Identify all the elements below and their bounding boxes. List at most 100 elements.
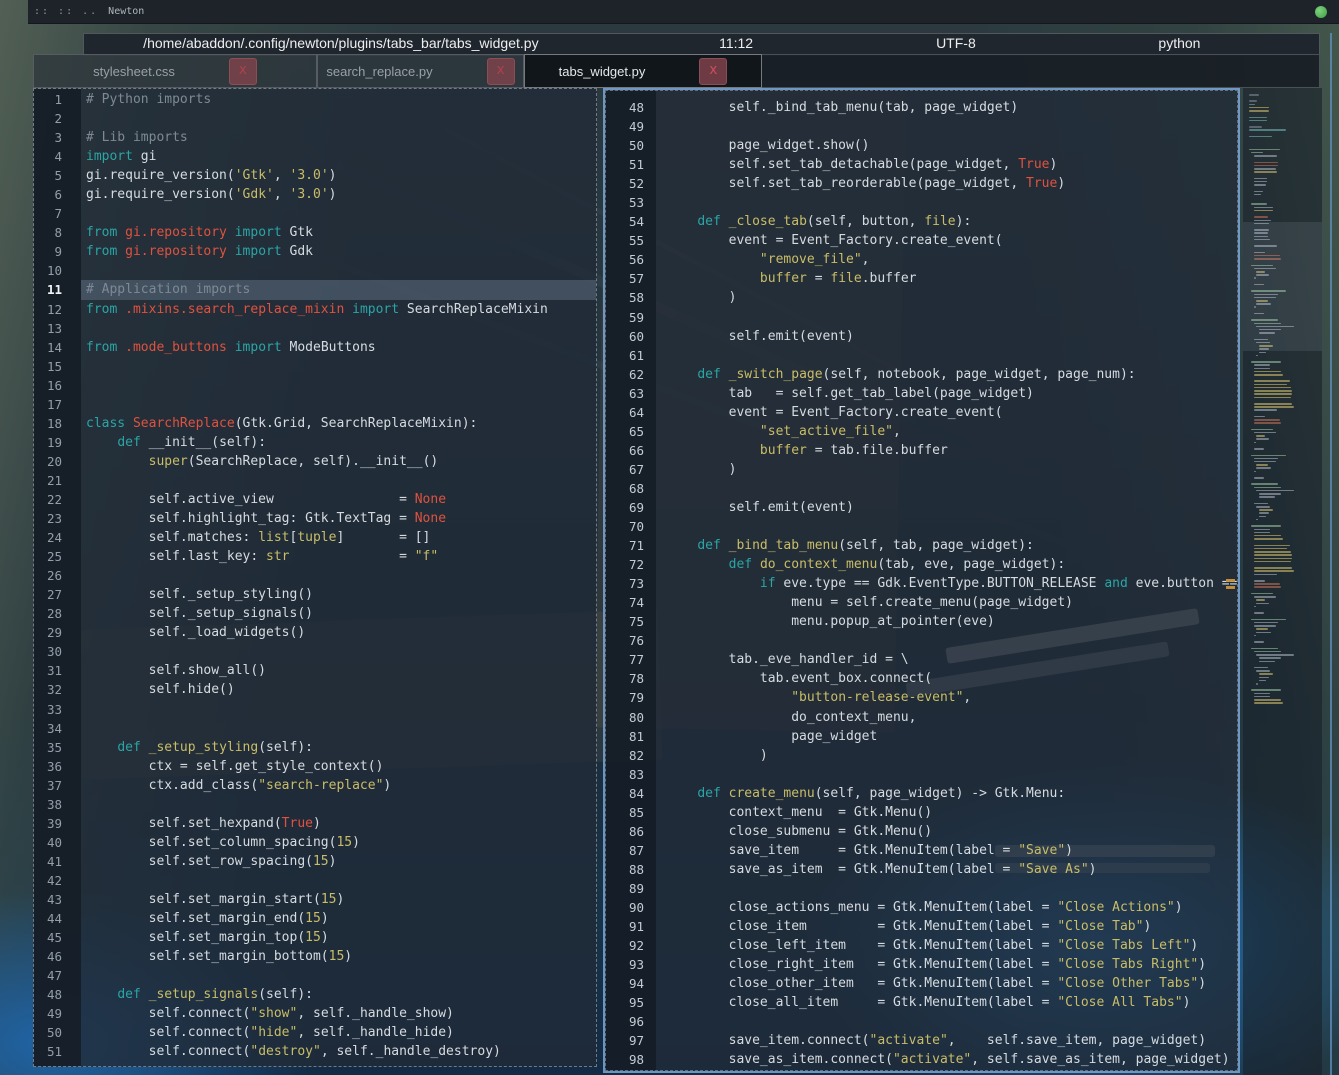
left-line-25[interactable]: 25 self.last_key: str = "f" xyxy=(34,547,596,566)
left-line-18[interactable]: 18class SearchReplace(Gtk.Grid, SearchRe… xyxy=(34,414,596,433)
right-line-70[interactable]: 70 xyxy=(606,517,1237,536)
right-line-59[interactable]: 59 xyxy=(606,308,1237,327)
tab-close-icon[interactable]: x xyxy=(229,58,257,85)
right-line-66[interactable]: 66 buffer = tab.file.buffer xyxy=(606,441,1237,460)
editor-pane-right[interactable]: 48 self._bind_tab_menu(tab, page_widget)… xyxy=(605,90,1238,1071)
right-line-56[interactable]: 56 "remove_file", xyxy=(606,250,1237,269)
tab-search_replace.py[interactable]: search_replace.pyx xyxy=(317,54,524,88)
left-line-45[interactable]: 45 self.set_margin_top(15) xyxy=(34,928,596,947)
right-line-55[interactable]: 55 event = Event_Factory.create_event( xyxy=(606,231,1237,250)
left-line-50[interactable]: 50 self.connect("hide", self._handle_hid… xyxy=(34,1023,596,1042)
right-line-87[interactable]: 87 save_item = Gtk.MenuItem(label = "Sav… xyxy=(606,841,1237,860)
left-line-51[interactable]: 51 self.connect("destroy", self._handle_… xyxy=(34,1042,596,1061)
left-line-22[interactable]: 22 self.active_view = None xyxy=(34,490,596,509)
right-line-72[interactable]: 72 def do_context_menu(tab, eve, page_wi… xyxy=(606,555,1237,574)
right-line-82[interactable]: 82 ) xyxy=(606,746,1237,765)
right-line-88[interactable]: 88 save_as_item = Gtk.MenuItem(label = "… xyxy=(606,860,1237,879)
right-line-95[interactable]: 95 close_all_item = Gtk.MenuItem(label =… xyxy=(606,993,1237,1012)
right-line-79[interactable]: 79 "button-release-event", xyxy=(606,688,1237,707)
tab-stylesheet.css[interactable]: stylesheet.cssx xyxy=(33,54,317,88)
right-line-54[interactable]: 54 def _close_tab(self, button, file): xyxy=(606,212,1237,231)
right-line-71[interactable]: 71 def _bind_tab_menu(self, tab, page_wi… xyxy=(606,536,1237,555)
left-line-43[interactable]: 43 self.set_margin_start(15) xyxy=(34,890,596,909)
left-line-7[interactable]: 7 xyxy=(34,204,596,223)
left-line-35[interactable]: 35 def _setup_styling(self): xyxy=(34,738,596,757)
left-line-52[interactable]: 52 xyxy=(34,1061,596,1067)
right-line-84[interactable]: 84 def create_menu(self, page_widget) ->… xyxy=(606,784,1237,803)
right-line-97[interactable]: 97 save_item.connect("activate", self.sa… xyxy=(606,1031,1237,1050)
right-line-65[interactable]: 65 "set_active_file", xyxy=(606,422,1237,441)
tab-close-icon[interactable]: x xyxy=(699,58,727,85)
left-line-1[interactable]: 1# Python imports xyxy=(34,90,596,109)
left-line-16[interactable]: 16 xyxy=(34,376,596,395)
right-line-94[interactable]: 94 close_other_item = Gtk.MenuItem(label… xyxy=(606,974,1237,993)
right-line-89[interactable]: 89 xyxy=(606,879,1237,898)
right-line-77[interactable]: 77 tab._eve_handler_id = \ xyxy=(606,650,1237,669)
left-line-42[interactable]: 42 xyxy=(34,871,596,890)
left-line-9[interactable]: 9from gi.repository import Gdk xyxy=(34,242,596,261)
left-line-38[interactable]: 38 xyxy=(34,795,596,814)
left-line-12[interactable]: 12from .mixins.search_replace_mixin impo… xyxy=(34,300,596,319)
tab-tabs_widget.py[interactable]: tabs_widget.pyx xyxy=(524,54,762,88)
right-line-63[interactable]: 63 tab = self.get_tab_label(page_widget) xyxy=(606,384,1237,403)
left-line-21[interactable]: 21 xyxy=(34,471,596,490)
left-line-3[interactable]: 3# Lib imports xyxy=(34,128,596,147)
left-line-40[interactable]: 40 self.set_column_spacing(15) xyxy=(34,833,596,852)
left-line-44[interactable]: 44 self.set_margin_end(15) xyxy=(34,909,596,928)
right-line-93[interactable]: 93 close_right_item = Gtk.MenuItem(label… xyxy=(606,955,1237,974)
left-line-28[interactable]: 28 self._setup_signals() xyxy=(34,604,596,623)
right-line-75[interactable]: 75 menu.popup_at_pointer(eve) xyxy=(606,612,1237,631)
right-line-48[interactable]: 48 self._bind_tab_menu(tab, page_widget) xyxy=(606,98,1237,117)
right-line-74[interactable]: 74 menu = self.create_menu(page_widget) xyxy=(606,593,1237,612)
right-line-69[interactable]: 69 self.emit(event) xyxy=(606,498,1237,517)
right-line-50[interactable]: 50 page_widget.show() xyxy=(606,136,1237,155)
left-line-49[interactable]: 49 self.connect("show", self._handle_sho… xyxy=(34,1004,596,1023)
right-line-67[interactable]: 67 ) xyxy=(606,460,1237,479)
right-line-60[interactable]: 60 self.emit(event) xyxy=(606,327,1237,346)
right-line-73[interactable]: 73 if eve.type == Gdk.EventType.BUTTON_R… xyxy=(606,574,1237,593)
left-line-37[interactable]: 37 ctx.add_class("search-replace") xyxy=(34,776,596,795)
tab-close-icon[interactable]: x xyxy=(487,58,515,85)
left-line-20[interactable]: 20 super(SearchReplace, self).__init__() xyxy=(34,452,596,471)
right-line-62[interactable]: 62 def _switch_page(self, notebook, page… xyxy=(606,365,1237,384)
right-line-57[interactable]: 57 buffer = file.buffer xyxy=(606,269,1237,288)
left-line-8[interactable]: 8from gi.repository import Gtk xyxy=(34,223,596,242)
right-line-52[interactable]: 52 self.set_tab_reorderable(page_widget,… xyxy=(606,174,1237,193)
left-line-2[interactable]: 2 xyxy=(34,109,596,128)
right-line-49[interactable]: 49 xyxy=(606,117,1237,136)
right-line-53[interactable]: 53 xyxy=(606,193,1237,212)
left-line-26[interactable]: 26 xyxy=(34,566,596,585)
left-line-34[interactable]: 34 xyxy=(34,719,596,738)
left-line-27[interactable]: 27 self._setup_styling() xyxy=(34,585,596,604)
left-line-5[interactable]: 5gi.require_version('Gtk', '3.0') xyxy=(34,166,596,185)
right-line-86[interactable]: 86 close_submenu = Gtk.Menu() xyxy=(606,822,1237,841)
left-line-4[interactable]: 4import gi xyxy=(34,147,596,166)
left-line-30[interactable]: 30 xyxy=(34,642,596,661)
left-line-41[interactable]: 41 self.set_row_spacing(15) xyxy=(34,852,596,871)
right-line-96[interactable]: 96 xyxy=(606,1012,1237,1031)
right-line-61[interactable]: 61 xyxy=(606,346,1237,365)
left-line-14[interactable]: 14from .mode_buttons import ModeButtons xyxy=(34,338,596,357)
right-line-83[interactable]: 83 xyxy=(606,765,1237,784)
left-line-10[interactable]: 10 xyxy=(34,261,596,280)
right-line-85[interactable]: 85 context_menu = Gtk.Menu() xyxy=(606,803,1237,822)
editor-pane-left[interactable]: 1# Python imports2 3# Lib imports4import… xyxy=(33,88,597,1067)
left-line-19[interactable]: 19 def __init__(self): xyxy=(34,433,596,452)
right-line-78[interactable]: 78 tab.event_box.connect( xyxy=(606,669,1237,688)
minimap[interactable] xyxy=(1243,88,1322,1075)
left-line-36[interactable]: 36 ctx = self.get_style_context() xyxy=(34,757,596,776)
left-line-17[interactable]: 17 xyxy=(34,395,596,414)
left-line-29[interactable]: 29 self._load_widgets() xyxy=(34,623,596,642)
right-line-90[interactable]: 90 close_actions_menu = Gtk.MenuItem(lab… xyxy=(606,898,1237,917)
left-line-46[interactable]: 46 self.set_margin_bottom(15) xyxy=(34,947,596,966)
right-line-92[interactable]: 92 close_left_item = Gtk.MenuItem(label … xyxy=(606,936,1237,955)
left-line-11[interactable]: 11# Application imports xyxy=(34,280,596,299)
left-line-47[interactable]: 47 xyxy=(34,966,596,985)
right-line-81[interactable]: 81 page_widget xyxy=(606,727,1237,746)
minimap-viewport-handle[interactable] xyxy=(1243,222,1322,351)
right-line-91[interactable]: 91 close_item = Gtk.MenuItem(label = "Cl… xyxy=(606,917,1237,936)
left-line-39[interactable]: 39 self.set_hexpand(True) xyxy=(34,814,596,833)
right-line-51[interactable]: 51 self.set_tab_detachable(page_widget, … xyxy=(606,155,1237,174)
right-line-68[interactable]: 68 xyxy=(606,479,1237,498)
left-line-15[interactable]: 15 xyxy=(34,357,596,376)
